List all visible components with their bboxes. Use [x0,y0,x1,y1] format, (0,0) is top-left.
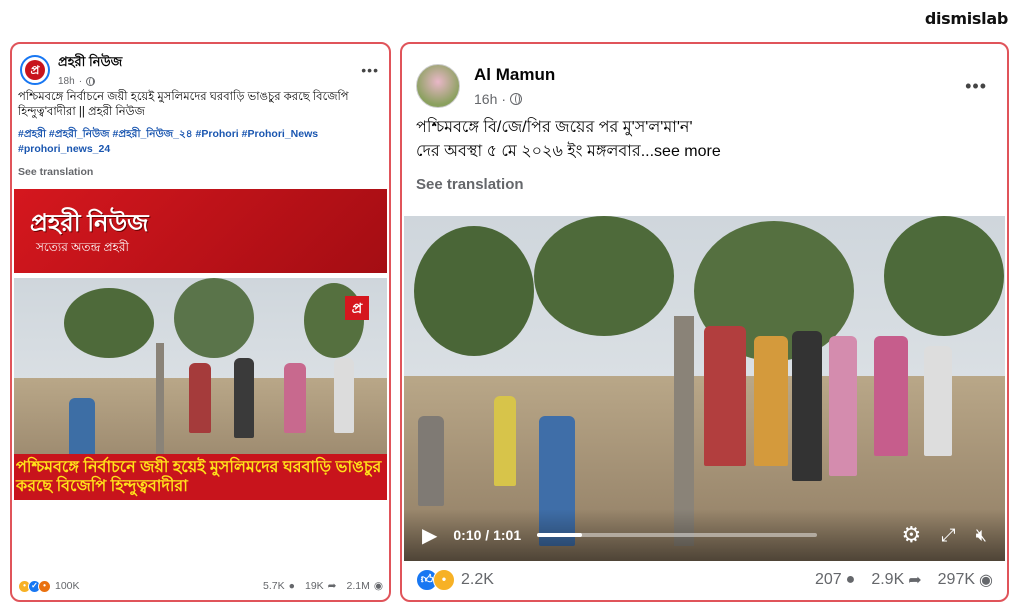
dismislab-logo: dismislab [924,9,1008,28]
share-count[interactable]: 2.9K [871,571,904,589]
see-more-link[interactable]: ...see more [641,143,721,160]
comment-count[interactable]: 5.7K [263,580,285,592]
page-avatar[interactable]: প্র [20,55,50,85]
view-count: 2.1M [346,580,370,592]
video-controls: ▶ 0:10 / 1:01 ⚙ ⤢ 🔇︎ [404,509,1005,561]
comment-icon: ● [845,571,856,588]
post-text-line: পশ্চিমবঙ্গে বি/জে/পির জয়ের পর মু'স'ল'মা… [416,119,693,136]
sad-reaction-icon: • [433,569,455,591]
banner-subtitle: সত্যের অতন্দ্র প্রহরী [36,240,129,254]
channel-logo: প্র [345,296,369,320]
hashtag[interactable]: #Prohori [196,128,239,140]
post-time[interactable]: 18h [58,76,75,87]
video-player[interactable]: ▶ 0:10 / 1:01 ⚙ ⤢ 🔇︎ [404,216,1005,561]
hashtag[interactable]: #প্রহরী_নিউজ_২৪ [112,128,192,140]
menu-dots-icon[interactable]: ••• [361,62,379,78]
post-text: পশ্চিমবঙ্গে বি/জে/পির জয়ের পর মু'স'ল'মা… [402,114,1007,164]
progress-fill [537,533,582,537]
post-text-line: দের অবস্থা ৫ মে ২০২৬ ইং মঙ্গলবার [416,143,641,160]
video-scene [414,226,534,356]
eye-icon: ◉ [373,580,383,592]
globe-icon [86,77,96,86]
progress-bar[interactable] [537,533,818,537]
video-time: 0:10 / 1:01 [453,527,522,543]
post-text: পশ্চিমবঙ্গে নির্বাচনে জয়ী হয়েই মুসলিমদ… [18,91,349,118]
left-facebook-post: প্র প্রহরী নিউজ 18h · ••• পশ্চিমবঙ্গে নি… [10,42,391,602]
hashtag[interactable]: #prohori_news_24 [18,143,110,155]
comment-count[interactable]: 207 [815,571,842,589]
hashtags: #প্রহরী #প্রহরী_নিউজ #প্রহরী_নিউজ_২৪ #Pr… [12,124,389,158]
video-caption: পশ্চিমবঙ্গে নির্বাচনে জয়ী হয়েই মুসলিমদ… [14,454,387,500]
hashtag[interactable]: #Prohori_News [242,128,318,140]
caption-text: পশ্চিমবঙ্গে নির্বাচনে জয়ী হয়েই মুসলিমদ… [16,459,382,495]
right-facebook-post: Al Mamun 16h · ••• পশ্চিমবঙ্গে বি/জে/পির… [400,42,1009,602]
reaction-count[interactable]: 100K [55,580,80,592]
video-player[interactable]: প্র পশ্চিমবঙ্গে নির্বাচনে জয়ী হয়েই মুস… [14,278,387,500]
news-banner: প্রহরী নিউজ সত্যের অতন্দ্র প্রহরী [14,189,387,273]
settings-icon[interactable]: ⚙ [902,522,922,548]
globe-icon [510,93,523,105]
hashtag[interactable]: #প্রহরী_নিউজ [49,128,110,140]
hashtag[interactable]: #প্রহরী [18,128,46,140]
reaction-count[interactable]: 2.2K [461,571,494,589]
play-icon[interactable]: ▶ [422,523,437,548]
menu-dots-icon[interactable]: ••• [965,76,987,97]
volume-mute-icon[interactable]: 🔇︎ [976,525,987,546]
see-translation-link[interactable]: See translation [12,158,389,182]
eye-icon: ◉ [979,572,993,589]
post-time[interactable]: 16h [474,91,497,107]
see-translation-link[interactable]: See translation [402,164,1007,193]
page-name[interactable]: প্রহরী নিউজ [58,53,122,74]
share-icon: ➦ [908,572,922,589]
user-avatar[interactable] [416,64,460,108]
view-count: 297K [937,571,976,588]
fullscreen-icon[interactable]: ⤢ [941,525,955,546]
angry-reaction-icon: • [38,579,51,593]
video-scene [64,288,154,358]
comment-icon: ● [288,580,295,592]
user-name[interactable]: Al Mamun [474,65,555,85]
share-count[interactable]: 19K [305,580,324,592]
share-icon: ➦ [327,580,337,592]
